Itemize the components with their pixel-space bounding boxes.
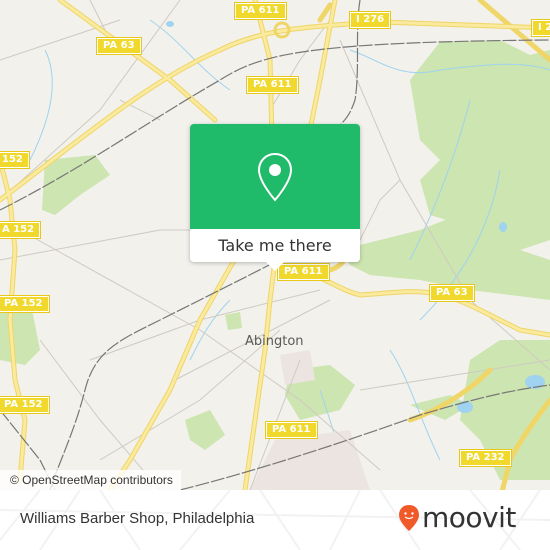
moovit-pin-icon — [399, 505, 419, 531]
popup-pointer — [265, 261, 285, 271]
road-shield-pa152: PA 152 — [0, 295, 50, 313]
road-shield-pa611: PA 611 — [234, 2, 287, 20]
road-shield-pa152: A 152 — [0, 221, 42, 239]
map-pin-icon — [257, 152, 293, 202]
road-shield-pa152: 152 — [0, 151, 30, 169]
take-me-there-button[interactable]: Take me there — [190, 229, 360, 262]
place-title: Williams Barber Shop, Philadelphia — [20, 510, 255, 527]
road-shield-i276: I 2 — [530, 19, 550, 37]
moovit-logo[interactable]: moovit — [398, 504, 516, 532]
road-shield-i276: I 276 — [348, 11, 392, 29]
road-shield-pa611: PA 611 — [265, 421, 318, 439]
road-shield-pa611: PA 611 — [277, 263, 330, 281]
moovit-wordmark: moovit — [422, 501, 516, 534]
footer: Williams Barber Shop, Philadelphia moovi… — [0, 490, 550, 550]
popup-header — [190, 124, 360, 229]
place-label-abington: Abington — [245, 334, 304, 349]
road-shield-pa611: PA 611 — [246, 76, 299, 94]
map[interactable]: PA 611 I 276 I 2 PA 63 PA 611 152 A 152 … — [0, 0, 550, 490]
road-shield-pa63: PA 63 — [429, 284, 475, 302]
road-shield-pa152: PA 152 — [0, 396, 50, 414]
map-attribution[interactable]: © OpenStreetMap contributors — [0, 470, 181, 490]
road-shield-pa63: PA 63 — [96, 37, 142, 55]
road-shield-pa232: PA 232 — [459, 449, 512, 467]
location-popup: Take me there — [190, 124, 360, 271]
